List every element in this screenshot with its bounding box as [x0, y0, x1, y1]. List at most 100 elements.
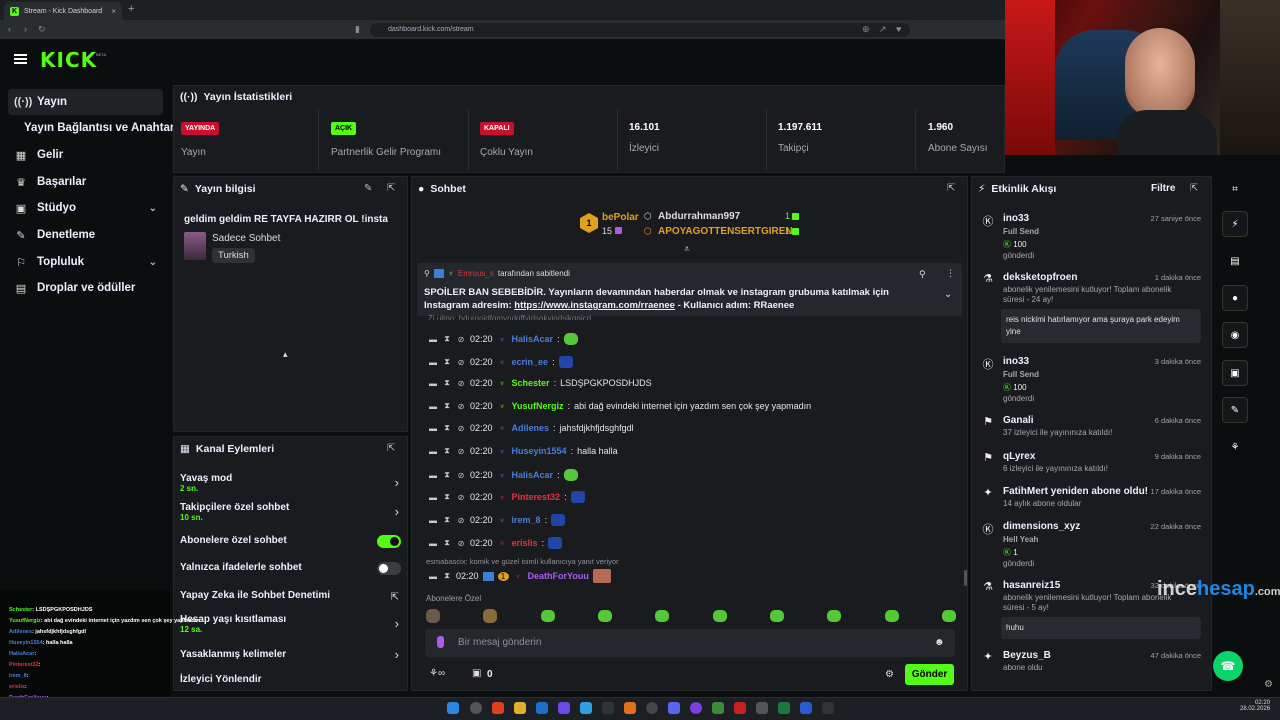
- sidebar-item-gelir[interactable]: ▦ Gelir: [8, 142, 163, 168]
- more-icon[interactable]: ⋮: [946, 268, 955, 279]
- ban-icon[interactable]: ⊘: [456, 424, 466, 433]
- delete-icon[interactable]: ▬: [428, 516, 438, 525]
- activity-name[interactable]: deksketopfroen: [1003, 272, 1077, 283]
- excel-icon[interactable]: [778, 702, 790, 714]
- chevron-down-icon[interactable]: ⌄: [149, 203, 157, 214]
- notes-icon[interactable]: ▤: [1222, 248, 1248, 274]
- support-chat-icon[interactable]: ☎: [1213, 651, 1243, 681]
- activity-name[interactable]: Ganali: [1003, 415, 1034, 426]
- bookmark-icon[interactable]: ▮: [355, 24, 360, 35]
- activity-name[interactable]: ino33: [1003, 213, 1029, 224]
- category-name[interactable]: Sadece Sohbet: [212, 233, 280, 244]
- activity-name[interactable]: qLyrex: [1003, 451, 1035, 462]
- timeout-icon[interactable]: ⧗: [442, 378, 452, 388]
- filter-button[interactable]: Filtre: [1151, 183, 1175, 194]
- emoji-icon[interactable]: ☻: [934, 637, 945, 648]
- timeout-icon[interactable]: ⧗: [442, 357, 452, 367]
- app-icon[interactable]: [624, 702, 636, 714]
- emote-icon[interactable]: [941, 610, 956, 622]
- ban-icon[interactable]: ⊘: [456, 471, 466, 480]
- delete-icon[interactable]: ▬: [428, 471, 438, 480]
- mod-rail-icon[interactable]: ✎: [1222, 397, 1248, 423]
- followers-chat-row[interactable]: Takipçilere özel sohbet 10 sn. ›: [180, 502, 405, 524]
- activity-name[interactable]: Beyzus_B: [1003, 650, 1051, 661]
- message-username[interactable]: irem_8: [512, 515, 541, 525]
- unpin-icon[interactable]: ⚲: [919, 269, 926, 280]
- delete-icon[interactable]: ▬: [428, 379, 438, 388]
- message-username[interactable]: Pinterest32: [512, 492, 561, 502]
- chevron-down-icon[interactable]: ⌄: [149, 257, 157, 268]
- sidebar-item-denetleme[interactable]: ✎ Denetleme: [8, 222, 163, 248]
- obs-icon[interactable]: [646, 702, 658, 714]
- points-icon[interactable]: ⚘∞: [429, 668, 445, 679]
- timeout-icon[interactable]: ⧗: [442, 446, 452, 456]
- delete-icon[interactable]: ▬: [428, 335, 438, 344]
- settings-icon[interactable]: ⚙: [1264, 679, 1273, 690]
- slow-mode-row[interactable]: Yavaş mod 2 sn. ›: [180, 473, 405, 495]
- delete-icon[interactable]: ▬: [428, 572, 438, 581]
- collapse-icon[interactable]: ⩡: [684, 244, 690, 255]
- emote-icon[interactable]: [884, 610, 899, 622]
- activity-name[interactable]: FatihMert yeniden abone oldu!: [1003, 486, 1148, 497]
- zoom-icon[interactable]: ⊕: [862, 24, 870, 35]
- message-username[interactable]: HalisAcar: [512, 470, 554, 480]
- app-icon[interactable]: [822, 702, 834, 714]
- message-username[interactable]: DeathForYouu: [528, 571, 589, 581]
- message-username[interactable]: Schester: [512, 378, 550, 388]
- ban-icon[interactable]: ⊘: [456, 447, 466, 456]
- forward-icon[interactable]: ›: [24, 24, 27, 34]
- message-username[interactable]: Adilenes: [512, 423, 550, 433]
- timeout-icon[interactable]: ⧗: [442, 538, 452, 548]
- app-icon[interactable]: [712, 702, 724, 714]
- ban-icon[interactable]: ⊘: [456, 516, 466, 525]
- layout-icon[interactable]: ⌗: [1222, 176, 1248, 202]
- mic-icon[interactable]: [437, 636, 444, 648]
- emote-icon[interactable]: [597, 610, 612, 622]
- activity-name[interactable]: dimensions_xyz: [1003, 521, 1080, 532]
- ban-icon[interactable]: ⊘: [456, 379, 466, 388]
- activity-name[interactable]: ino33: [1003, 356, 1029, 367]
- settings-icon[interactable]: ⚙: [885, 669, 894, 680]
- delete-icon[interactable]: ▬: [428, 493, 438, 502]
- emote-icon[interactable]: [827, 610, 842, 622]
- discord-icon[interactable]: [668, 702, 680, 714]
- community-rail-icon[interactable]: ⚘: [1222, 434, 1248, 460]
- new-tab-button[interactable]: +: [128, 3, 134, 15]
- second-gifter-name[interactable]: Abdurrahman997: [658, 211, 740, 222]
- popout-icon[interactable]: ⇱: [947, 183, 955, 194]
- ban-icon[interactable]: ⊘: [456, 493, 466, 502]
- ban-icon[interactable]: ⊘: [456, 358, 466, 367]
- app-icon[interactable]: [800, 702, 812, 714]
- edit-icon[interactable]: ✎: [364, 183, 372, 194]
- quick-actions-icon[interactable]: ⚡: [1222, 211, 1248, 237]
- chat-input-placeholder[interactable]: Bir mesaj gönderin: [458, 637, 541, 648]
- ban-icon[interactable]: ⊘: [456, 335, 466, 344]
- timeout-icon[interactable]: ⧗: [442, 515, 452, 525]
- app-icon[interactable]: [558, 702, 570, 714]
- windows-start-icon[interactable]: [447, 702, 459, 714]
- chat-scrollbar[interactable]: [964, 570, 967, 586]
- expand-icon[interactable]: ⌄: [944, 289, 952, 300]
- emote-icon[interactable]: [769, 610, 784, 622]
- message-username[interactable]: HalisAcar: [512, 334, 554, 344]
- brave-icon[interactable]: [492, 702, 504, 714]
- ban-icon[interactable]: ⊘: [456, 539, 466, 548]
- delete-icon[interactable]: ▬: [428, 539, 438, 548]
- sidebar-item-droplar[interactable]: ▤ Droplar ve ödüller: [8, 275, 163, 301]
- timeout-icon[interactable]: ⧗: [442, 401, 452, 411]
- app-icon[interactable]: [734, 702, 746, 714]
- app-icon[interactable]: [690, 702, 702, 714]
- account-age-row[interactable]: Hesap yaşı kısıtlaması 12 sa. ›: [180, 614, 405, 636]
- pinned-by-user[interactable]: Emrous_s: [458, 269, 494, 278]
- message-username[interactable]: YusufNergiz: [512, 401, 564, 411]
- emote-chat-toggle[interactable]: [377, 562, 401, 575]
- timeout-icon[interactable]: ⧗: [442, 571, 452, 581]
- sidebar-item-basarilar[interactable]: ♛ Başarılar: [8, 169, 163, 195]
- menu-icon[interactable]: [14, 54, 27, 64]
- chat-rail-icon[interactable]: ●: [1222, 285, 1248, 311]
- timeout-icon[interactable]: ⧗: [442, 334, 452, 344]
- shield-icon[interactable]: ♥: [896, 24, 901, 34]
- subs-chat-toggle[interactable]: [377, 535, 401, 548]
- pinned-link[interactable]: https://www.instagram.com/rraenee: [514, 300, 675, 311]
- ai-moderation-row[interactable]: Yapay Zeka ile Sohbet Denetimi ⇱: [180, 590, 405, 604]
